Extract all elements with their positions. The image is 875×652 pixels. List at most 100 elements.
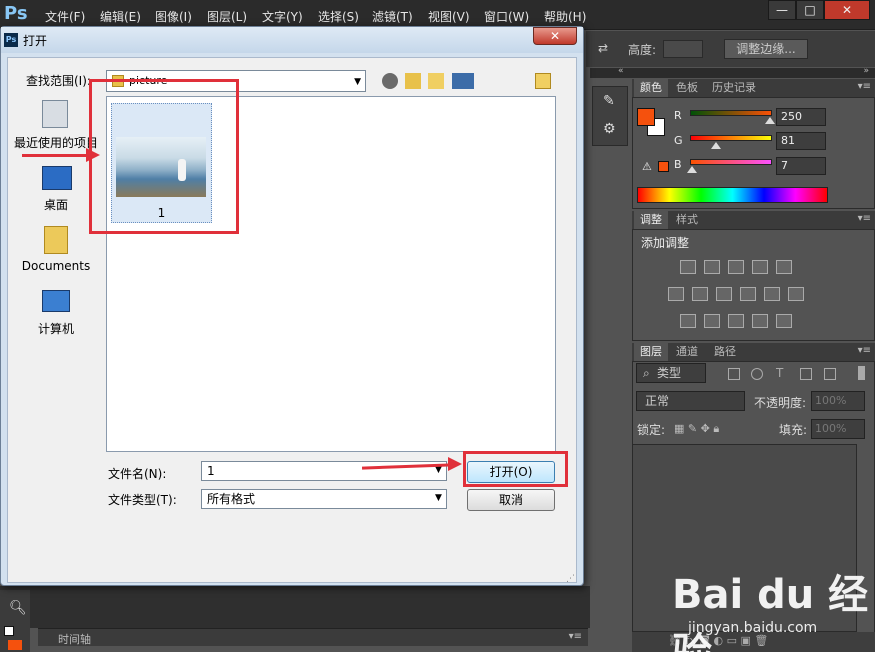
hue-saturation-icon[interactable] bbox=[668, 287, 684, 301]
up-folder-icon[interactable] bbox=[405, 73, 421, 89]
lock-icons[interactable]: ▦ ✎ ✥ 🔒︎ bbox=[674, 422, 719, 436]
levels-icon[interactable] bbox=[704, 260, 720, 274]
color-lookup-icon[interactable] bbox=[788, 287, 804, 301]
menu-filter[interactable]: 滤镜(T) bbox=[372, 8, 413, 25]
filter-smart-icon[interactable] bbox=[824, 368, 836, 380]
documents-folder-icon[interactable] bbox=[44, 226, 68, 254]
foreground-color-swatch[interactable] bbox=[637, 108, 655, 126]
dialog-title-bar[interactable]: Ps 打开 ✕ bbox=[1, 27, 583, 53]
dialog-close-button[interactable]: ✕ bbox=[533, 27, 577, 45]
filter-shape-icon[interactable] bbox=[800, 368, 812, 380]
blend-mode-select[interactable]: 正常 bbox=[636, 391, 745, 411]
file-type-select[interactable]: 所有格式 bbox=[201, 489, 447, 509]
channel-r-value[interactable]: 250 bbox=[776, 108, 826, 126]
vibrance-icon[interactable] bbox=[776, 260, 792, 274]
dialog-title: 打开 bbox=[23, 34, 48, 48]
selective-color-icon[interactable] bbox=[752, 314, 768, 328]
refine-edge-button[interactable]: 调整边缘... bbox=[724, 39, 808, 59]
tab-styles[interactable]: 样式 bbox=[670, 211, 704, 229]
channel-r-slider[interactable] bbox=[690, 110, 772, 116]
recent-items-icon[interactable] bbox=[42, 100, 68, 128]
annotation-arrow-line bbox=[22, 154, 88, 157]
favorite-folder-icon[interactable] bbox=[535, 73, 551, 89]
tab-swatches[interactable]: 色板 bbox=[670, 79, 704, 97]
channel-b-thumb[interactable] bbox=[687, 166, 698, 173]
menu-image[interactable]: 图像(I) bbox=[155, 8, 192, 25]
place-documents[interactable]: Documents bbox=[10, 259, 102, 273]
menu-file[interactable]: 文件(F) bbox=[45, 8, 85, 25]
panel-menu-icon[interactable]: ▾≡ bbox=[858, 213, 871, 224]
filter-toggle[interactable] bbox=[858, 366, 865, 380]
color-spectrum-bar[interactable] bbox=[637, 187, 828, 203]
timeline-menu-icon[interactable]: ▾≡ bbox=[569, 631, 582, 642]
menu-select[interactable]: 选择(S) bbox=[318, 8, 359, 25]
photoshop-logo: Ps bbox=[4, 3, 28, 24]
place-computer[interactable]: 计算机 bbox=[10, 320, 102, 337]
panel-dock-header: « » bbox=[590, 66, 875, 78]
back-icon[interactable] bbox=[382, 73, 398, 89]
layer-kind-filter[interactable]: ⌕ 类型 bbox=[636, 363, 706, 383]
cancel-button[interactable]: 取消 bbox=[467, 489, 555, 511]
opacity-input[interactable]: 100% bbox=[811, 391, 865, 411]
window-close-button[interactable]: ✕ bbox=[824, 0, 870, 20]
menu-type[interactable]: 文字(Y) bbox=[262, 8, 303, 25]
toolbar-bottom: 🔍︎ bbox=[0, 590, 30, 652]
filter-pixel-icon[interactable] bbox=[728, 368, 740, 380]
zoom-icon[interactable]: 🔍︎ bbox=[9, 600, 27, 616]
menu-help[interactable]: 帮助(H) bbox=[544, 8, 586, 25]
channel-g-value[interactable]: 81 bbox=[776, 132, 826, 150]
channel-r-thumb[interactable] bbox=[765, 117, 776, 124]
tab-history[interactable]: 历史记录 bbox=[706, 79, 762, 97]
panel-menu-icon[interactable]: ▾≡ bbox=[858, 81, 871, 92]
resize-grip-icon[interactable]: ⋰ bbox=[566, 574, 575, 584]
gamut-color-swatch[interactable] bbox=[658, 161, 669, 172]
channel-g-slider[interactable] bbox=[690, 135, 772, 141]
exposure-icon[interactable] bbox=[752, 260, 768, 274]
channel-mixer-icon[interactable] bbox=[764, 287, 780, 301]
minimize-button[interactable]: — bbox=[768, 0, 796, 20]
new-folder-icon[interactable] bbox=[428, 73, 444, 89]
photo-filter-icon[interactable] bbox=[740, 287, 756, 301]
menu-layer[interactable]: 图层(L) bbox=[207, 8, 247, 25]
channel-g-thumb[interactable] bbox=[711, 142, 722, 149]
fill-input[interactable]: 100% bbox=[811, 419, 865, 439]
timeline-label[interactable]: 时间轴 bbox=[58, 631, 91, 647]
black-white-icon[interactable] bbox=[716, 287, 732, 301]
threshold-icon[interactable] bbox=[728, 314, 744, 328]
tab-adjustments[interactable]: 调整 bbox=[634, 211, 668, 229]
tab-color[interactable]: 颜色 bbox=[634, 79, 668, 97]
curves-icon[interactable] bbox=[728, 260, 744, 274]
maximize-button[interactable]: □ bbox=[796, 0, 824, 20]
channel-b-slider[interactable] bbox=[690, 159, 772, 165]
chevron-down-icon[interactable]: ▼ bbox=[354, 72, 361, 92]
chevron-down-icon[interactable]: ▼ bbox=[435, 493, 442, 503]
height-input[interactable] bbox=[663, 40, 703, 58]
color-balance-icon[interactable] bbox=[692, 287, 708, 301]
foreground-swatch-icon[interactable] bbox=[8, 640, 22, 650]
tool-presets-icon[interactable]: ⚙ bbox=[603, 121, 616, 137]
brightness-icon[interactable] bbox=[680, 260, 696, 274]
filter-type-icon[interactable]: T bbox=[776, 366, 783, 380]
tab-channels[interactable]: 通道 bbox=[670, 343, 704, 361]
menu-view[interactable]: 视图(V) bbox=[428, 8, 470, 25]
panel-menu-icon[interactable]: ▾≡ bbox=[858, 345, 871, 356]
gradient-map-icon[interactable] bbox=[776, 314, 792, 328]
default-colors-icon[interactable] bbox=[4, 626, 14, 636]
invert-icon[interactable] bbox=[680, 314, 696, 328]
menu-window[interactable]: 窗口(W) bbox=[484, 8, 529, 25]
view-menu-icon[interactable] bbox=[452, 73, 474, 89]
brush-presets-icon[interactable]: ✎ bbox=[603, 93, 615, 109]
tab-paths[interactable]: 路径 bbox=[708, 343, 742, 361]
swap-icon[interactable]: ⇄ bbox=[598, 41, 608, 55]
tab-layers[interactable]: 图层 bbox=[634, 343, 668, 361]
collapse-right-icon[interactable]: » bbox=[863, 66, 869, 76]
baidu-watermark: Bai du 经验 bbox=[672, 572, 869, 652]
computer-icon[interactable] bbox=[42, 290, 70, 312]
posterize-icon[interactable] bbox=[704, 314, 720, 328]
channel-b-value[interactable]: 7 bbox=[776, 157, 826, 175]
collapse-left-icon[interactable]: « bbox=[618, 66, 624, 76]
menu-edit[interactable]: 编辑(E) bbox=[100, 8, 141, 25]
filter-adjustment-icon[interactable] bbox=[751, 368, 763, 380]
gamut-warning-icon[interactable]: ⚠ bbox=[642, 160, 652, 173]
desktop-icon[interactable] bbox=[42, 166, 72, 190]
